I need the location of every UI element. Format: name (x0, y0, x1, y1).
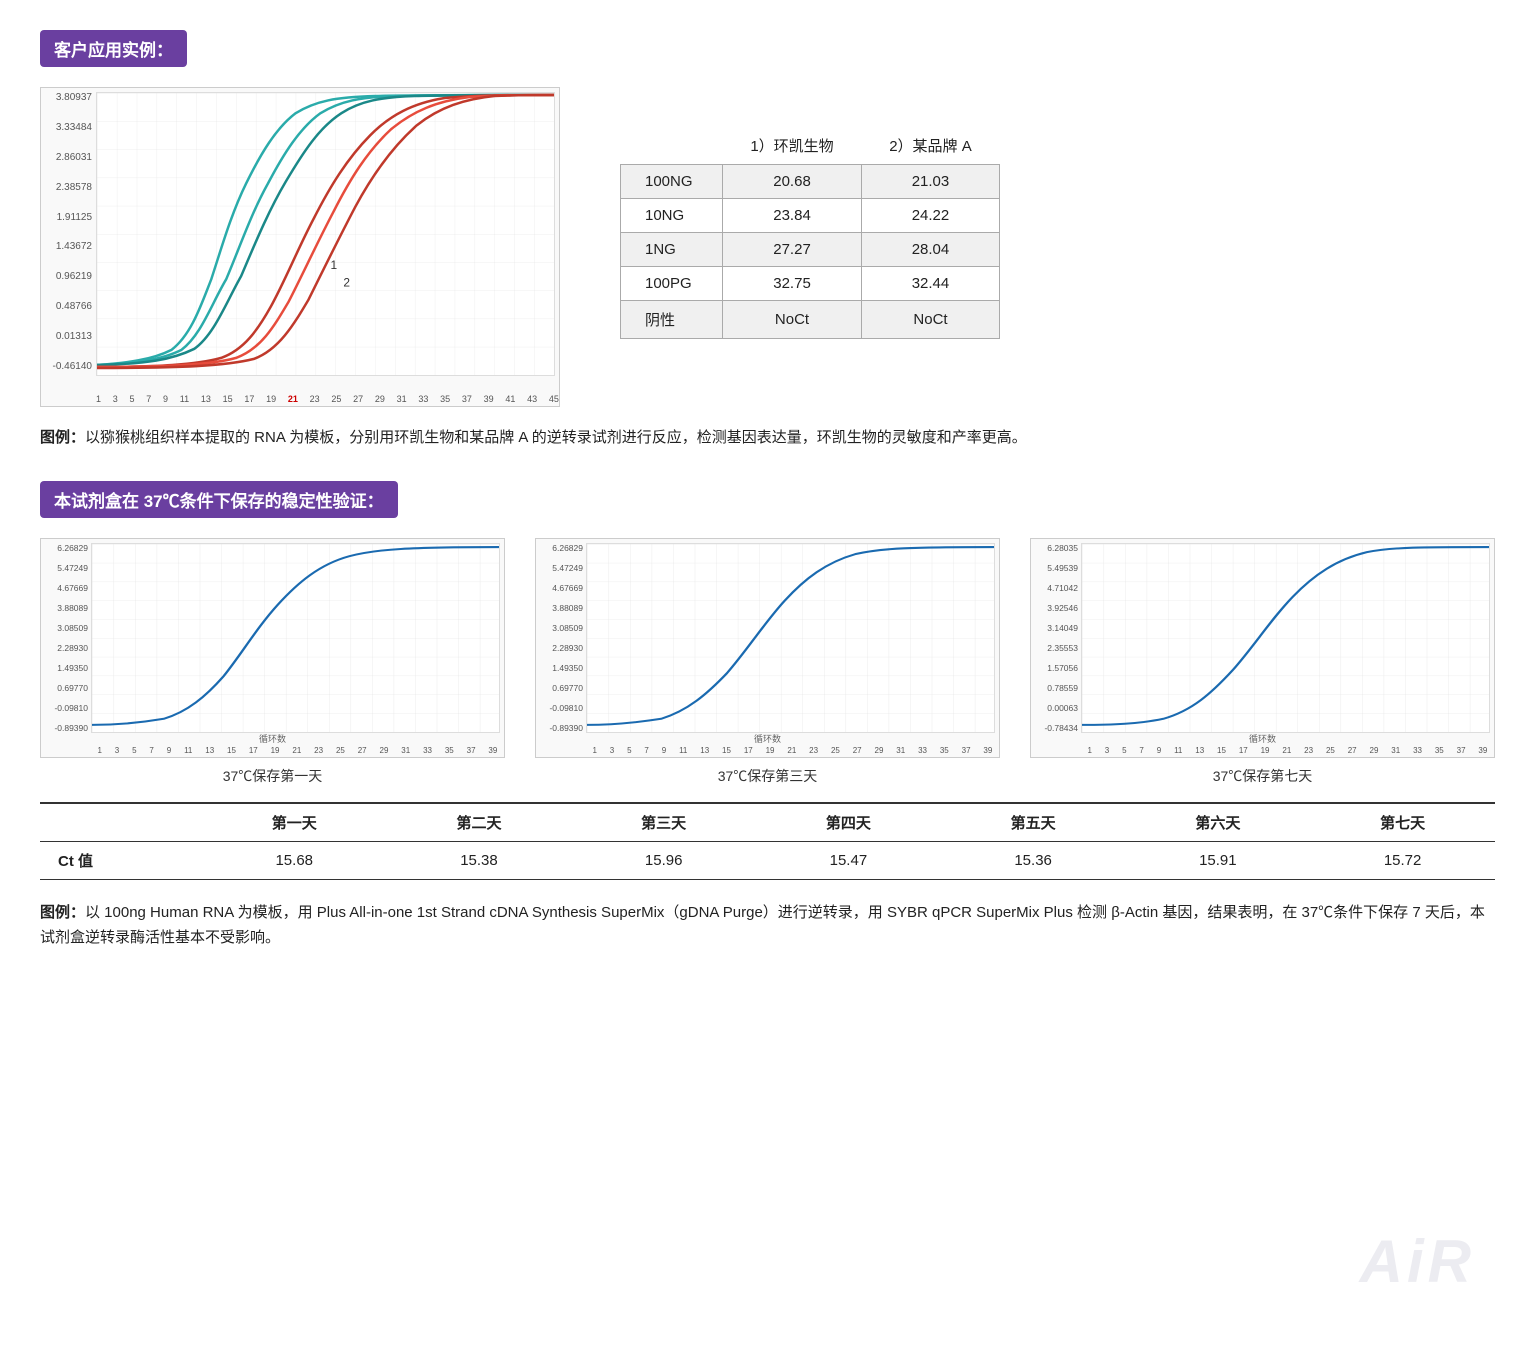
col-header-empty (621, 127, 723, 165)
chart-day3: 6.26829 5.47249 4.67669 3.88089 3.08509 … (535, 538, 1000, 758)
chart1-area: 3.80937 3.33484 2.86031 2.38578 1.91125 … (40, 87, 560, 407)
chart1-inner: 1 2 (96, 92, 555, 376)
table-row: 100PG32.7532.44 (621, 267, 1000, 301)
chart1-container: 3.80937 3.33484 2.86031 2.38578 1.91125 … (40, 87, 560, 407)
chart-day7-x-labels: 1 3 5 7 9 11 13 15 17 19 21 23 25 27 29 … (1081, 746, 1494, 755)
caption2-text: 以 100ng Human RNA 为模板，用 Plus All-in-one … (40, 904, 1485, 947)
table-row: 阴性NoCtNoCt (621, 301, 1000, 339)
table-row: 1NG27.2728.04 (621, 233, 1000, 267)
top-section: 3.80937 3.33484 2.86031 2.38578 1.91125 … (40, 87, 1495, 407)
caption2-prefix: 图例： (40, 904, 85, 921)
chart-day1: 6.26829 5.47249 4.67669 3.88089 3.08509 … (40, 538, 505, 758)
chart-day1-x-labels: 1 3 5 7 9 11 13 15 17 19 21 23 25 27 29 … (91, 746, 504, 755)
chart-day7-y-labels: 6.28035 5.49539 4.71042 3.92546 3.14049 … (1031, 543, 1081, 733)
table-row: 10NG23.8424.22 (621, 199, 1000, 233)
chart-day3-wrap: 6.26829 5.47249 4.67669 3.88089 3.08509 … (535, 538, 1000, 786)
comparison-table: 1）环凯生物 2）某品牌 A 100NG20.6821.0310NG23.842… (620, 127, 1000, 339)
chart-day7-inner (1081, 543, 1490, 733)
chart-day1-label: 37℃保存第一天 (40, 766, 505, 786)
chart-day3-x-labels: 1 3 5 7 9 11 13 15 17 19 21 23 25 27 29 … (586, 746, 999, 755)
chart-day1-wrap: 6.26829 5.47249 4.67669 3.88089 3.08509 … (40, 538, 505, 786)
chart1-x-labels: 1 3 5 7 9 11 13 15 17 19 21 23 25 27 29 … (96, 394, 559, 404)
section1: 客户应用实例： 3.80937 3.33484 2.86031 2.38578 … (40, 30, 1495, 451)
comparison-table-wrap: 1）环凯生物 2）某品牌 A 100NG20.6821.0310NG23.842… (620, 87, 1000, 339)
chart-day1-inner (91, 543, 500, 733)
chart-day3-x-title: 循环数 (754, 732, 781, 745)
chart-day3-label: 37℃保存第三天 (535, 766, 1000, 786)
svg-text:1: 1 (330, 258, 337, 272)
three-charts: 6.26829 5.47249 4.67669 3.88089 3.08509 … (40, 538, 1495, 786)
table-row: Ct 值15.6815.3815.9615.4715.3615.9115.72 (40, 841, 1495, 879)
chart-day7-label: 37℃保存第七天 (1030, 766, 1495, 786)
section1-caption: 图例：以猕猴桃组织样本提取的 RNA 为模板，分别用环凯生物和某品牌 A 的逆转… (40, 425, 1495, 451)
section2: 本试剂盒在 37℃条件下保存的稳定性验证： 6.26829 5.47249 4.… (40, 481, 1495, 951)
col-header-2: 2）某品牌 A (861, 127, 999, 165)
section2-caption: 图例：以 100ng Human RNA 为模板，用 Plus All-in-o… (40, 900, 1495, 951)
col-header-1: 1）环凯生物 (723, 127, 862, 165)
stability-table: 第一天第二天第三天第四天第五天第六天第七天 Ct 值15.6815.3815.9… (40, 802, 1495, 880)
chart-day1-x-title: 循环数 (259, 732, 286, 745)
chart-day3-inner (586, 543, 995, 733)
chart-day7: 6.28035 5.49539 4.71042 3.92546 3.14049 … (1030, 538, 1495, 758)
stability-table-wrap: 第一天第二天第三天第四天第五天第六天第七天 Ct 值15.6815.3815.9… (40, 802, 1495, 880)
section1-title: 客户应用实例： (40, 30, 187, 67)
chart-day7-wrap: 6.28035 5.49539 4.71042 3.92546 3.14049 … (1030, 538, 1495, 786)
chart-day3-y-labels: 6.26829 5.47249 4.67669 3.88089 3.08509 … (536, 543, 586, 733)
chart-day1-y-labels: 6.26829 5.47249 4.67669 3.88089 3.08509 … (41, 543, 91, 733)
air-watermark: AiR (1360, 1227, 1475, 1296)
section2-title: 本试剂盒在 37℃条件下保存的稳定性验证： (40, 481, 398, 518)
caption1-text: 以猕猴桃组织样本提取的 RNA 为模板，分别用环凯生物和某品牌 A 的逆转录试剂… (85, 429, 1027, 446)
svg-text:2: 2 (343, 275, 350, 289)
chart-day7-x-title: 循环数 (1249, 732, 1276, 745)
caption1-prefix: 图例： (40, 429, 85, 446)
table-row: 100NG20.6821.03 (621, 165, 1000, 199)
chart1-y-labels: 3.80937 3.33484 2.86031 2.38578 1.91125 … (41, 88, 96, 376)
